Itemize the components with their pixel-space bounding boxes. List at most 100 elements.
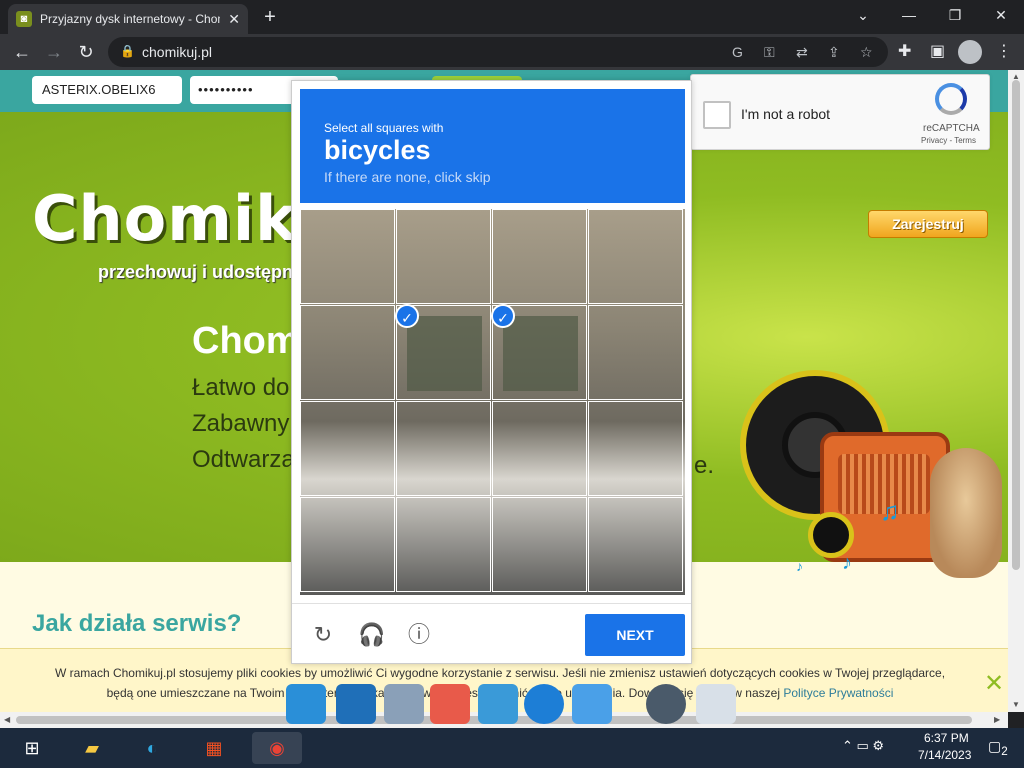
profile-avatar[interactable] xyxy=(958,40,982,64)
grid-tile-11[interactable] xyxy=(492,401,587,496)
browser-tab[interactable]: ◙ Przyjazny dysk internetowy - Chomikuj.… xyxy=(8,4,248,34)
vertical-scrollbar[interactable]: ▲ ▼ xyxy=(1008,70,1024,712)
challenge-footer: ↻ 🎧 ⓘ NEXT xyxy=(292,603,691,663)
grid-tile-15[interactable] xyxy=(492,497,587,592)
scroll-down-icon[interactable]: ▼ xyxy=(1012,700,1020,709)
music-icon[interactable] xyxy=(430,684,470,724)
site-tagline: przechowuj i udostępni xyxy=(98,262,299,282)
edge-icon[interactable]: ◐ xyxy=(134,732,170,764)
taskbar: ⊞ ▰ ◐ ▦ ◉ ⌃ ▭ ⚙ 6:37 PM 7/14/2023 ▢2 xyxy=(0,728,1024,768)
challenge-hint: If there are none, click skip xyxy=(324,169,491,185)
challenge-instruction: Select all squares with xyxy=(324,121,444,135)
network-icon[interactable] xyxy=(336,684,376,724)
reload-icon[interactable]: ↻ xyxy=(72,38,100,66)
grid-tile-10[interactable] xyxy=(396,401,491,496)
recaptcha-logo-icon xyxy=(935,83,967,115)
grid-tile-7[interactable]: ✓ xyxy=(491,304,587,400)
edge-icon[interactable] xyxy=(524,684,564,724)
grid-tile-6[interactable]: ✓ xyxy=(395,304,491,400)
system-tray-icons[interactable]: ⌃ ▭ ⚙ xyxy=(842,738,884,754)
grid-tile-3[interactable] xyxy=(492,209,587,304)
audio-challenge-icon[interactable]: 🎧 xyxy=(358,622,385,648)
vertical-scroll-thumb[interactable] xyxy=(1012,80,1020,570)
challenge-object: bicycles xyxy=(324,135,431,165)
tab-search-icon[interactable]: ⌄ xyxy=(840,0,886,30)
grid-tile-16[interactable] xyxy=(588,497,683,592)
key-icon[interactable]: ⚿ xyxy=(764,44,775,61)
tab-close-icon[interactable]: ✕ xyxy=(228,11,240,28)
hero-line-end: e. xyxy=(694,452,715,479)
menu-icon[interactable]: ⋮ xyxy=(996,41,1012,61)
grid-tile-12[interactable] xyxy=(588,401,683,496)
notification-icon[interactable]: ▢2 xyxy=(988,738,1008,758)
recaptcha-links[interactable]: Privacy - Terms xyxy=(921,136,976,145)
reload-challenge-icon[interactable]: ↻ xyxy=(310,622,336,648)
music-note-icon: ♪ xyxy=(842,552,852,574)
chrome-icon[interactable]: ◉ xyxy=(252,732,302,764)
selected-check-icon: ✓ xyxy=(395,304,419,328)
scroll-right-icon[interactable]: ▶ xyxy=(994,715,1000,724)
login-input[interactable]: ASTERIX.OBELIX6 xyxy=(32,76,182,104)
lock-icon[interactable]: 🔒 xyxy=(120,44,135,58)
site-favicon-icon: ◙ xyxy=(16,11,32,27)
floating-dock xyxy=(280,680,740,728)
forward-icon[interactable]: → xyxy=(40,38,68,66)
grid-tile-4[interactable] xyxy=(588,209,683,304)
store-icon[interactable]: ▦ xyxy=(196,732,232,764)
clock-time[interactable]: 6:37 PM xyxy=(924,731,969,745)
browser-toolbar: ← → ↻ 🔒 chomikuj.pl G ⚿ ⇄ ⇪ ☆ ✚ ▣ ⋮ xyxy=(0,34,1024,70)
side-panel-icon[interactable]: ▣ xyxy=(930,41,945,61)
back-icon[interactable]: ← xyxy=(8,38,36,66)
how-it-works-heading: Jak działa serwis? xyxy=(32,610,242,637)
hero-line-1: Łatwo do xyxy=(192,374,290,401)
close-window-button[interactable]: ✕ xyxy=(978,0,1024,30)
extensions-icon[interactable]: ✚ xyxy=(898,41,911,61)
monitor-icon[interactable] xyxy=(286,684,326,724)
windows-start-icon[interactable]: ⊞ xyxy=(14,732,50,764)
settings-gear-icon[interactable] xyxy=(646,684,686,724)
next-button[interactable]: NEXT xyxy=(585,614,685,656)
grid-tile-1[interactable] xyxy=(300,209,395,304)
cookie-text-line-1: W ramach Chomikuj.pl stosujemy pliki coo… xyxy=(54,666,946,680)
dashboard-icon[interactable] xyxy=(572,684,612,724)
cookie-close-icon[interactable]: ✕ xyxy=(984,669,1004,698)
tab-title: Przyjazny dysk internetowy - Chomikuj.pl xyxy=(40,12,220,26)
privacy-policy-link[interactable]: Polityce Prywatności xyxy=(783,686,893,700)
bookmark-star-icon[interactable]: ☆ xyxy=(860,44,873,61)
recaptcha-widget: I'm not a robot reCAPTCHA Privacy - Term… xyxy=(690,74,990,150)
notes-icon[interactable] xyxy=(384,684,424,724)
grid-tile-5[interactable] xyxy=(300,305,395,400)
share-icon[interactable]: ⇪ xyxy=(828,44,840,61)
file-explorer-icon[interactable]: ▰ xyxy=(74,732,110,764)
tile-image xyxy=(407,316,482,391)
scroll-left-icon[interactable]: ◀ xyxy=(4,715,10,724)
register-button[interactable]: Zarejestruj xyxy=(868,210,988,238)
grid-tile-2[interactable] xyxy=(396,209,491,304)
recycle-bin-icon[interactable] xyxy=(696,684,736,724)
new-tab-button[interactable]: + xyxy=(256,4,284,30)
google-icon[interactable]: G xyxy=(732,44,743,60)
recaptcha-label: I'm not a robot xyxy=(741,106,831,122)
translate-icon[interactable]: ⇄ xyxy=(796,44,808,61)
music-note-icon: ♪ xyxy=(796,558,803,574)
hero-line-3: Odtwarza xyxy=(192,446,295,473)
restore-button[interactable]: ❐ xyxy=(932,0,978,30)
grid-tile-13[interactable] xyxy=(300,497,395,592)
grid-tile-14[interactable] xyxy=(396,497,491,592)
grid-tile-8[interactable] xyxy=(588,305,683,400)
challenge-header: Select all squares with bicycles If ther… xyxy=(300,89,685,203)
minimize-button[interactable]: — xyxy=(886,0,932,30)
hero-title: Chom xyxy=(192,320,300,362)
recaptcha-checkbox[interactable] xyxy=(703,101,731,129)
recaptcha-challenge: Select all squares with bicycles If ther… xyxy=(291,80,692,664)
tab-strip: ◙ Przyjazny dysk internetowy - Chomikuj.… xyxy=(0,0,1024,34)
clock-date[interactable]: 7/14/2023 xyxy=(918,748,971,762)
notification-count: 2 xyxy=(1001,744,1008,758)
grid-tile-9[interactable] xyxy=(300,401,395,496)
music-note-icon: ♫ xyxy=(880,496,900,526)
photos-icon[interactable] xyxy=(478,684,518,724)
recaptcha-brand: reCAPTCHA xyxy=(923,123,980,134)
address-bar[interactable]: 🔒 chomikuj.pl G ⚿ ⇄ ⇪ ☆ xyxy=(108,37,888,67)
hero-line-2: Zabawny xyxy=(192,410,290,437)
info-icon[interactable]: ⓘ xyxy=(406,622,432,648)
